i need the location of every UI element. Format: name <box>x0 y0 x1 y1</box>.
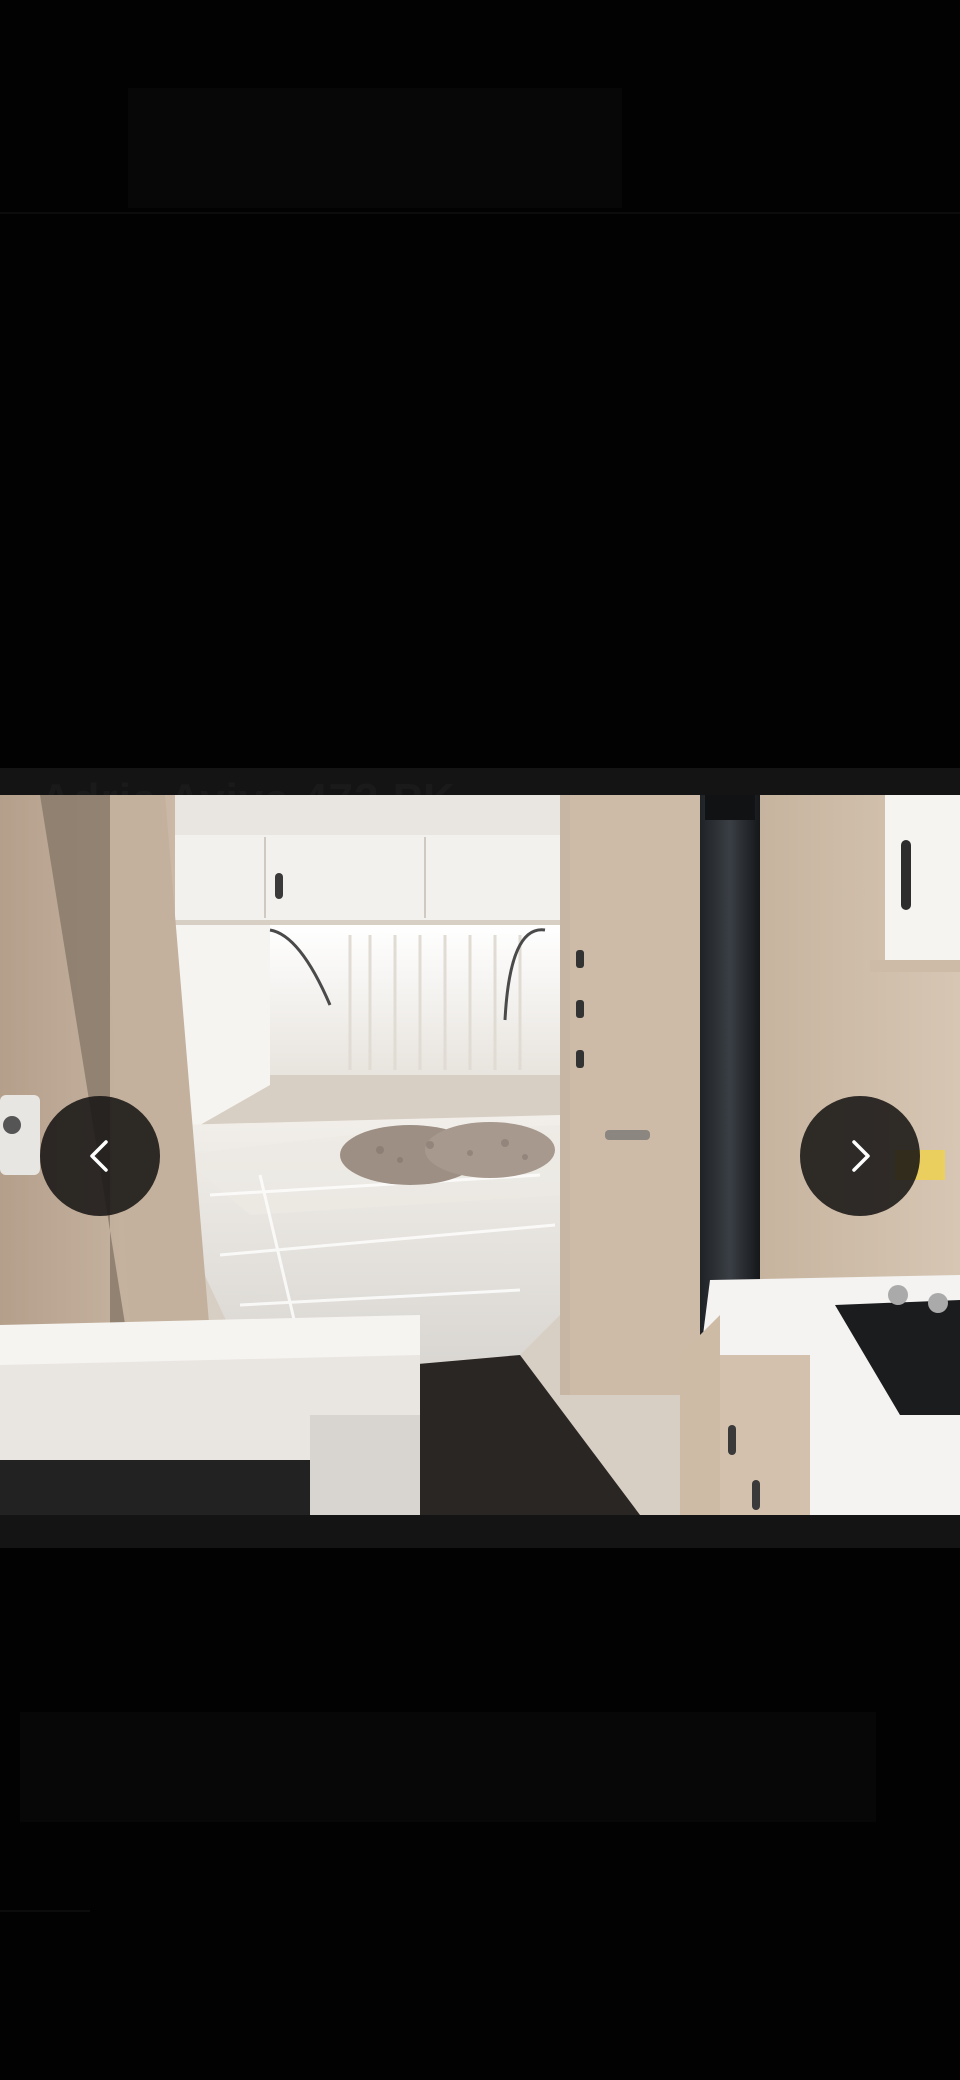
previous-photo-button[interactable] <box>40 1096 160 1216</box>
chevron-left-icon <box>90 1140 108 1172</box>
next-photo-button[interactable] <box>800 1096 920 1216</box>
background-header-block <box>128 88 622 208</box>
chevron-right-icon <box>852 1140 870 1172</box>
background-divider <box>0 1910 90 1912</box>
background-footer-block <box>20 1712 876 1822</box>
image-lightbox: Adria Aviva 472 PK <box>0 0 960 2080</box>
background-divider <box>0 212 960 214</box>
